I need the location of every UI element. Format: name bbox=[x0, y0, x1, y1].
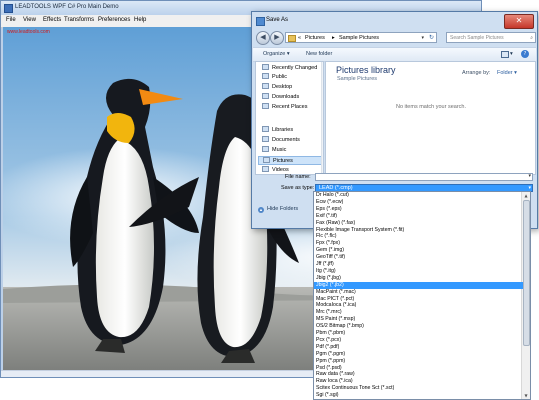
file-list-pane[interactable]: Pictures library Sample Pictures Arrange… bbox=[325, 61, 536, 175]
chevron-down-icon[interactable]: ▾ bbox=[528, 173, 531, 179]
address-bar[interactable]: « Pictures ▸ Sample Pictures ▾ ↻ bbox=[285, 32, 437, 43]
library-subtitle: Sample Pictures bbox=[337, 76, 378, 82]
nav-item-music[interactable]: Music bbox=[258, 146, 322, 155]
nav-item-recent-places[interactable]: Recent Places bbox=[258, 103, 322, 112]
nav-item-recently-changed[interactable]: Recently Changed bbox=[258, 64, 322, 73]
recent-icon bbox=[262, 64, 269, 70]
arrange-by-label: Arrange by: bbox=[462, 70, 491, 76]
empty-message: No items match your search. bbox=[396, 104, 466, 110]
nav-item-downloads[interactable]: Downloads bbox=[258, 93, 322, 102]
scroll-up-icon[interactable]: ▲ bbox=[522, 192, 530, 199]
menu-transforms[interactable]: Transforms bbox=[64, 17, 94, 23]
dialog-toolbar: Organize ▾ New folder ▾ ? bbox=[253, 47, 536, 62]
save-type-dropdown-list[interactable]: ▲ ▼ Dr Halo (*.cut) Ecw (*.ecw) Eps (*.eps… bbox=[313, 191, 531, 400]
nav-item-label: Desktop bbox=[272, 84, 293, 90]
nav-item-label: Libraries bbox=[272, 127, 294, 133]
search-input[interactable]: Search Sample Pictures ⌕ bbox=[446, 32, 536, 43]
folder-icon bbox=[262, 73, 269, 79]
nav-item-pictures[interactable]: Pictures bbox=[258, 156, 322, 165]
nav-item-label: Videos bbox=[272, 167, 289, 173]
nav-item-label: Downloads bbox=[272, 94, 300, 100]
new-folder-button[interactable]: New folder bbox=[306, 51, 332, 57]
nav-item-label: Documents bbox=[272, 137, 300, 143]
desktop-icon bbox=[262, 83, 269, 89]
nav-item-label: Pictures bbox=[273, 158, 293, 164]
save-type-label: Save as type: bbox=[281, 185, 315, 191]
downloads-icon bbox=[262, 93, 269, 99]
chevron-up-icon: ▲ bbox=[258, 207, 264, 213]
nav-item-libraries[interactable]: Libraries bbox=[258, 126, 322, 135]
file-name-label: File name: bbox=[285, 174, 311, 180]
menu-effects[interactable]: Effects bbox=[43, 17, 61, 23]
nav-item-label: Recent Places bbox=[272, 104, 308, 110]
nav-item-label: Music bbox=[272, 147, 287, 153]
nav-item-label: Public bbox=[272, 74, 287, 80]
videos-icon bbox=[262, 166, 269, 172]
libraries-icon bbox=[262, 126, 269, 132]
recent-places-icon bbox=[262, 103, 269, 109]
breadcrumb-pictures[interactable]: Pictures bbox=[305, 33, 325, 43]
address-row: ◀ ▶ « Pictures ▸ Sample Pictures ▾ ↻ Sea… bbox=[256, 31, 536, 45]
arrange-by-dropdown[interactable]: Folder ▾ bbox=[497, 70, 517, 76]
music-icon bbox=[262, 146, 269, 152]
hide-folders-button[interactable]: ▲ Hide Folders bbox=[258, 206, 298, 213]
documents-icon bbox=[262, 136, 269, 142]
address-dropdown-icon[interactable]: ▾ bbox=[421, 33, 424, 43]
breadcrumb-sample-pictures[interactable]: Sample Pictures bbox=[339, 33, 379, 43]
nav-item-public[interactable]: Public bbox=[258, 73, 322, 82]
search-placeholder: Search Sample Pictures bbox=[450, 35, 504, 41]
menu-help[interactable]: Help bbox=[134, 17, 146, 23]
menu-preferences[interactable]: Preferences bbox=[98, 17, 130, 23]
close-button[interactable]: ✕ bbox=[504, 14, 534, 29]
scroll-down-icon[interactable]: ▼ bbox=[522, 392, 530, 399]
navigation-pane[interactable]: Recently Changed Public Desktop Download… bbox=[255, 61, 324, 175]
organize-button[interactable]: Organize ▾ bbox=[263, 51, 290, 57]
dialog-title: Save As bbox=[266, 17, 289, 23]
change-view-icon[interactable] bbox=[501, 51, 509, 58]
scrollbar-thumb[interactable] bbox=[523, 200, 530, 346]
menu-file[interactable]: File bbox=[6, 17, 16, 23]
nav-item-documents[interactable]: Documents bbox=[258, 136, 322, 145]
folder-icon bbox=[288, 35, 296, 42]
view-dropdown-icon[interactable]: ▾ bbox=[510, 51, 513, 57]
back-arrow-icon[interactable]: ◀ bbox=[256, 31, 270, 45]
menu-view[interactable]: View bbox=[23, 17, 36, 23]
forward-arrow-icon[interactable]: ▶ bbox=[270, 31, 284, 45]
hide-folders-label: Hide Folders bbox=[267, 206, 299, 212]
nav-item-desktop[interactable]: Desktop bbox=[258, 83, 322, 92]
breadcrumb-separator[interactable]: ▸ bbox=[332, 33, 335, 43]
leadtools-site-link[interactable]: www.leadtools.com bbox=[7, 29, 50, 35]
help-icon[interactable]: ? bbox=[521, 50, 529, 58]
library-title: Pictures library bbox=[336, 65, 396, 75]
nav-scrollbar[interactable] bbox=[321, 62, 323, 174]
address-overflow[interactable]: « bbox=[298, 33, 301, 43]
refresh-icon[interactable]: ↻ bbox=[429, 33, 434, 43]
save-as-icon bbox=[256, 17, 265, 26]
type-option[interactable]: Sgi (*.sgi) bbox=[314, 392, 523, 399]
file-name-field[interactable]: ▾ bbox=[315, 173, 533, 181]
nav-item-label: Recently Changed bbox=[272, 65, 318, 71]
dialog-title-bar[interactable]: Save As ✕ bbox=[252, 12, 537, 30]
search-icon: ⌕ bbox=[530, 35, 533, 41]
main-window-title: LEADTOOLS WPF C# Pro Main Demo bbox=[15, 4, 119, 10]
pictures-icon bbox=[263, 157, 270, 163]
app-icon bbox=[4, 4, 13, 13]
